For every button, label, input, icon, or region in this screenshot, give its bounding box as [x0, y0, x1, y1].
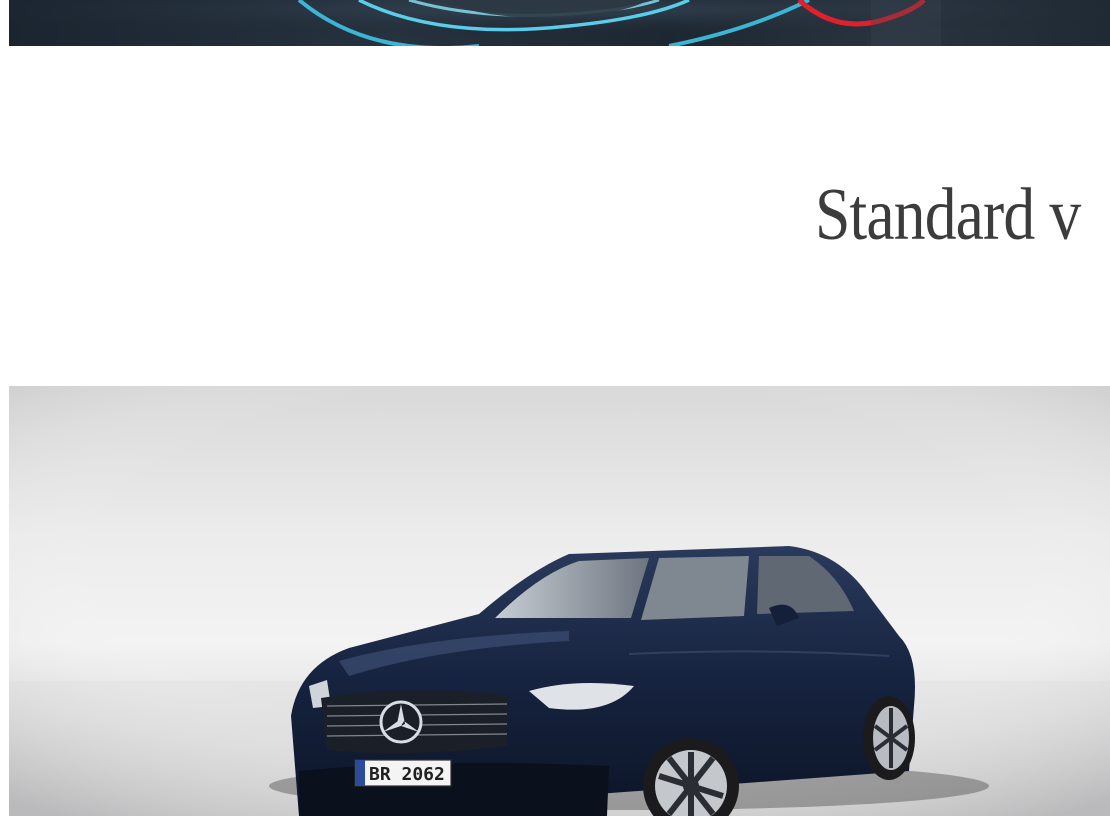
top-banner-image — [9, 0, 1110, 46]
section-title: Standard v — [815, 174, 1081, 256]
car-hero-image: BR 2062 — [9, 386, 1110, 816]
page: Standard v BR 2062 — [0, 0, 1110, 816]
license-plate-text: BR 2062 — [369, 764, 445, 785]
